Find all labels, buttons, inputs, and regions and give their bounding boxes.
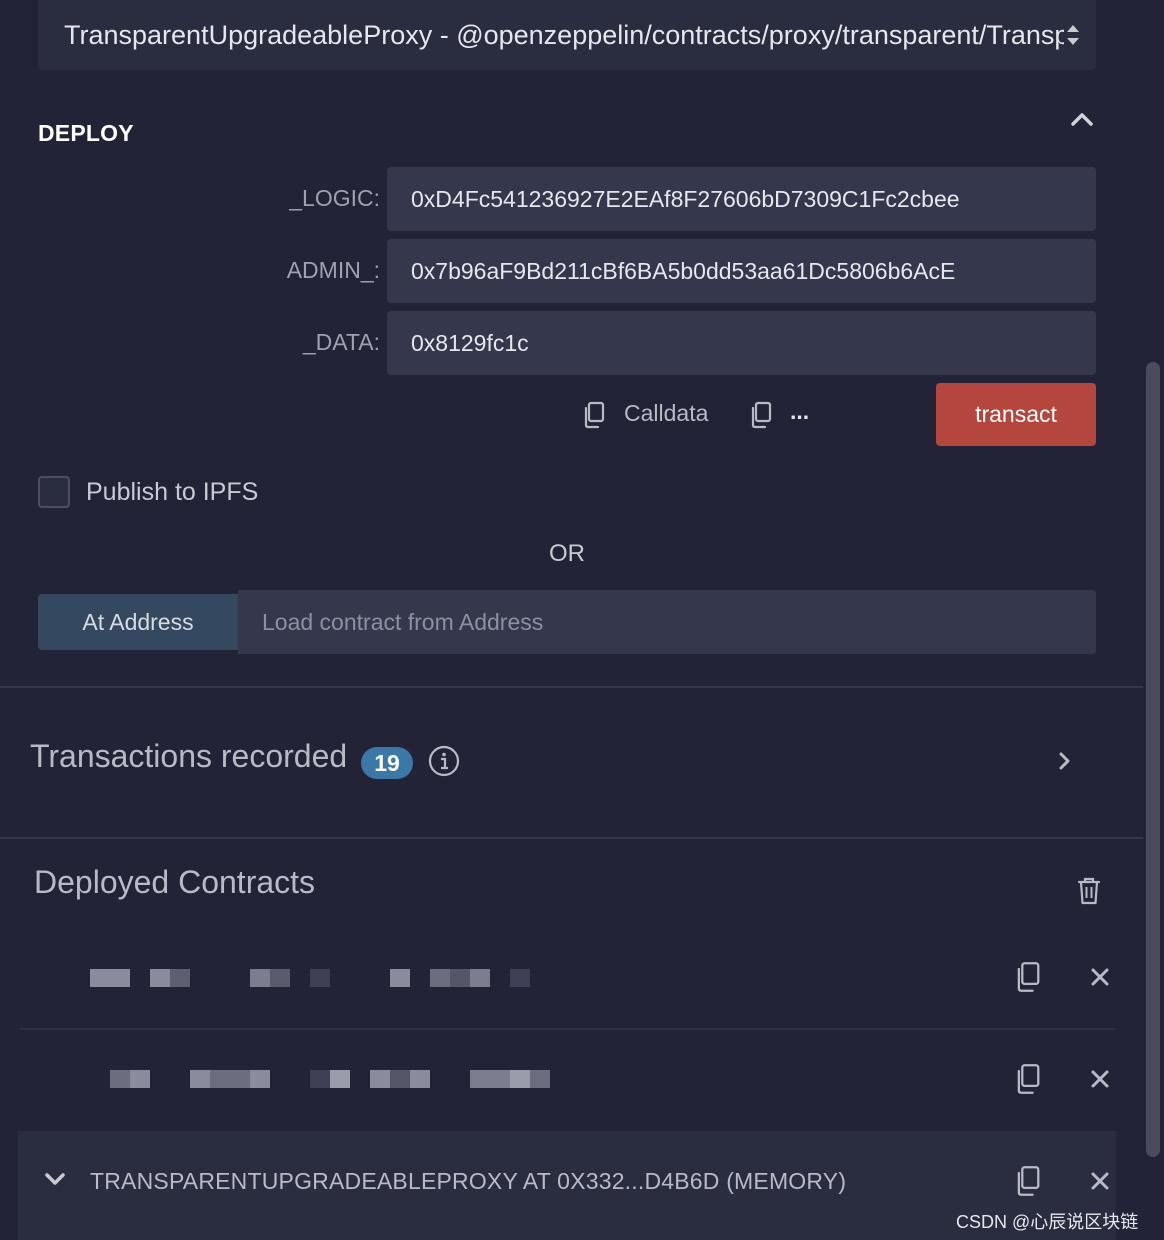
info-icon[interactable] (428, 745, 460, 777)
close-icon[interactable] (1090, 1171, 1110, 1191)
at-address-button[interactable]: At Address (38, 594, 238, 650)
deployed-contract-row-2-label-redacted[interactable] (110, 1070, 560, 1090)
copy-calldata-icon[interactable] (582, 401, 606, 429)
copy-address-icon[interactable] (1014, 961, 1042, 993)
deployed-contracts-title: Deployed Contracts (34, 864, 316, 900)
transact-button[interactable]: transact (936, 383, 1096, 446)
or-separator: OR (549, 540, 585, 567)
scrollbar-thumb[interactable] (1146, 362, 1160, 1157)
transactions-recorded-title[interactable]: Transactions recorded (30, 738, 347, 775)
close-icon[interactable] (1090, 1069, 1110, 1089)
param-label-admin: ADMIN_: (286, 257, 380, 283)
copy-address-icon[interactable] (1014, 1063, 1042, 1095)
close-icon[interactable] (1090, 967, 1110, 987)
param-label-data: _DATA: (302, 329, 380, 355)
calldata-label[interactable]: Calldata (624, 400, 708, 427)
contract-select[interactable]: TransparentUpgradeableProxy - @openzeppe… (38, 0, 1096, 70)
select-arrows-icon (1067, 25, 1079, 45)
section-divider (0, 686, 1143, 688)
logic-input[interactable]: 0xD4Fc541236927E2EAf8F27606bD7309C1Fc2cb… (387, 167, 1096, 231)
trash-icon[interactable] (1077, 876, 1101, 906)
data-input[interactable]: 0x8129fc1c (387, 311, 1096, 375)
admin-input[interactable]: 0x7b96aF9Bd211cBf6BA5b0dd53aa61Dc5806b6A… (387, 239, 1096, 303)
watermark: CSDN @心辰说区块链 (956, 1212, 1139, 1232)
deployed-contract-row-1-label-redacted[interactable] (90, 969, 540, 989)
params-ellipsis[interactable]: ... (790, 398, 809, 425)
deployed-contract-label[interactable]: TRANSPARENTUPGRADEABLEPROXY AT 0X332...D… (90, 1168, 846, 1195)
deploy-title: DEPLOY (38, 120, 134, 146)
publish-ipfs-checkbox[interactable] (38, 476, 70, 508)
contract-select-value: TransparentUpgradeableProxy - @openzeppe… (64, 20, 1064, 50)
param-label-logic: _LOGIC: (289, 185, 380, 211)
chevron-up-icon[interactable] (1070, 110, 1094, 128)
section-divider (0, 837, 1143, 839)
load-address-input[interactable] (238, 590, 1096, 654)
copy-params-icon[interactable] (749, 401, 773, 429)
transactions-count-badge: 19 (361, 747, 413, 779)
chevron-down-icon[interactable] (44, 1172, 66, 1188)
publish-ipfs-label: Publish to IPFS (86, 478, 259, 506)
copy-address-icon[interactable] (1014, 1165, 1042, 1197)
chevron-right-icon[interactable] (1058, 751, 1072, 771)
row-divider (20, 1028, 1115, 1030)
